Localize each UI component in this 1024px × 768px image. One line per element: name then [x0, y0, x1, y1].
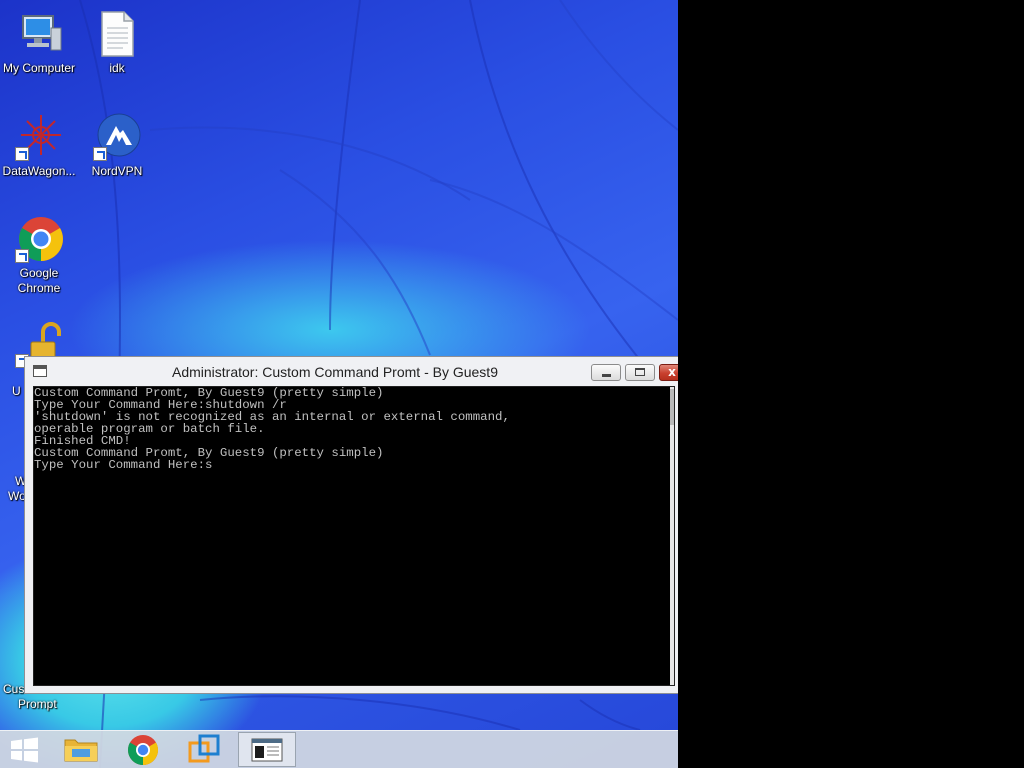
folder-icon — [64, 739, 98, 762]
desktop-icon-google-chrome[interactable]: Google Chrome — [0, 215, 79, 296]
start-button[interactable] — [0, 732, 58, 767]
shortcut-arrow-icon — [15, 249, 29, 263]
console-area[interactable]: Custom Command Promt, By Guest9 (pretty … — [33, 386, 675, 686]
shortcut-arrow-icon — [93, 147, 107, 161]
desktop-icon-label: My Computer — [2, 61, 76, 75]
desktop-icon-label: Cus — [3, 682, 25, 696]
vmware-icon — [188, 734, 220, 763]
window-title: Administrator: Custom Command Promt - By… — [172, 364, 498, 380]
windows-logo-icon — [11, 737, 38, 763]
desktop-icon-datawagon[interactable]: DataWagon... — [0, 113, 79, 179]
screen-unused-area — [678, 0, 1024, 768]
taskbar-custom-command-promt[interactable] — [238, 732, 296, 767]
maximize-button[interactable] — [625, 364, 655, 381]
title-bar[interactable]: Administrator: Custom Command Promt - By… — [25, 357, 678, 385]
taskbar-google-chrome[interactable] — [114, 732, 172, 767]
desktop[interactable]: My Computer idk DataWagon... NordVPN Goo… — [0, 0, 678, 768]
taskbar-vmware[interactable] — [176, 732, 234, 767]
desktop-icon-idk[interactable]: idk — [77, 10, 157, 76]
nordvpn-icon — [93, 113, 141, 161]
datawagon-icon — [15, 113, 63, 161]
taskbar-file-explorer[interactable] — [52, 732, 110, 767]
desktop-icon-label: Prompt — [18, 697, 57, 711]
computer-icon — [15, 10, 63, 58]
shortcut-arrow-icon — [15, 147, 29, 161]
desktop-icon-label: NordVPN — [91, 164, 143, 178]
desktop-icon-label: idk — [109, 61, 125, 75]
chrome-icon — [15, 215, 63, 263]
chrome-icon — [127, 735, 159, 765]
desktop-icon-label: DataWagon... — [2, 164, 76, 178]
scrollbar-thumb[interactable] — [670, 389, 674, 425]
taskbar — [0, 730, 678, 768]
console-window[interactable]: Administrator: Custom Command Promt - By… — [24, 356, 678, 694]
desktop-icon-my-computer[interactable]: My Computer — [0, 10, 79, 76]
desktop-icon-label: U — [12, 384, 21, 398]
minimize-button[interactable] — [591, 364, 621, 381]
console-window-icon — [251, 738, 283, 762]
text-file-icon — [93, 10, 141, 58]
close-button[interactable]: x — [659, 364, 678, 381]
vertical-scrollbar[interactable] — [670, 387, 674, 685]
desktop-icon-nordvpn[interactable]: NordVPN — [77, 113, 157, 179]
console-output[interactable]: Custom Command Promt, By Guest9 (pretty … — [34, 387, 670, 685]
desktop-icon-label: Google Chrome — [17, 266, 61, 295]
